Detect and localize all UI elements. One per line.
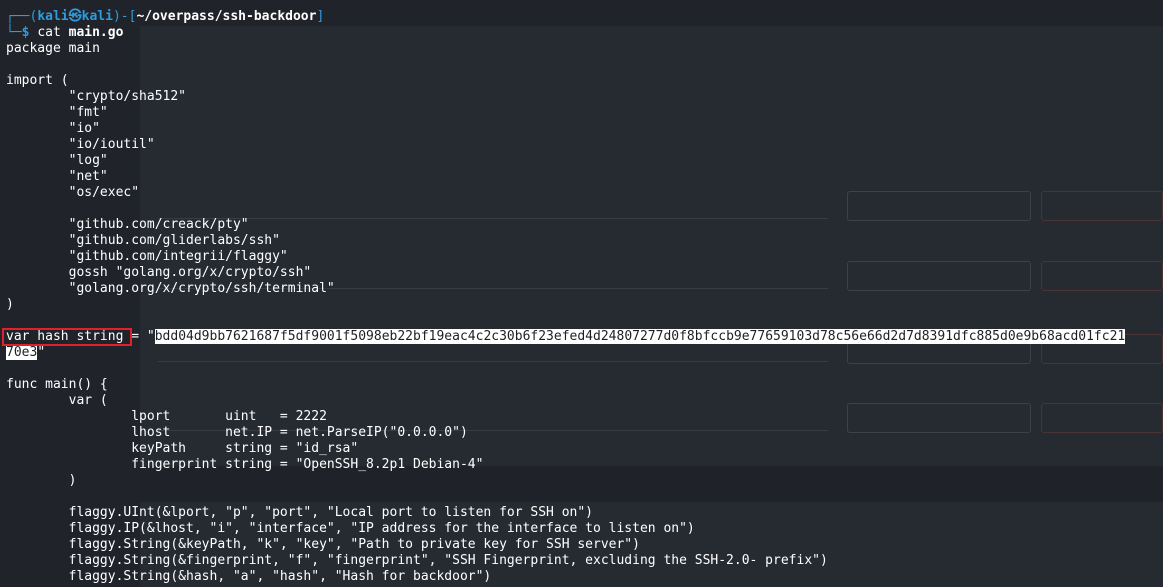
prompt-host: kali — [81, 9, 113, 24]
code-line: fingerprint string = "OpenSSH_8.2p1 Debi… — [6, 457, 484, 472]
code-line: package main — [6, 41, 100, 56]
code-line: flaggy.String(&keyPath, "k", "key", "Pat… — [6, 537, 640, 552]
code-line: "io/ioutil" — [6, 137, 155, 152]
code-line: "io" — [6, 121, 100, 136]
prompt-at: ㉿ — [68, 9, 82, 24]
code-line: ) — [6, 473, 77, 488]
terminal-output: ┌──(kali㉿kali)-[~/overpass/ssh-backdoor]… — [6, 9, 1126, 585]
code-line: "github.com/gliderlabs/ssh" — [6, 233, 280, 248]
code-line: lport uint = 2222 — [6, 409, 327, 424]
code-line: import ( — [6, 73, 69, 88]
code-line: func main() { — [6, 377, 108, 392]
prompt-user: kali — [37, 9, 69, 24]
code-line: ) — [6, 297, 14, 312]
code-line: "crypto/sha512" — [6, 89, 187, 104]
prompt-line-2[interactable]: └─$ cat main.go — [6, 25, 1125, 41]
code-line: "fmt" — [6, 105, 108, 120]
code-line: var ( — [6, 393, 108, 408]
selected-hash-value-end[interactable]: 70e3 — [6, 345, 38, 360]
selected-hash-value[interactable]: bdd04d9bb7621687f5df9001f5098eb22bf19eac… — [154, 329, 1126, 344]
code-line: "github.com/creack/pty" — [6, 217, 249, 232]
code-line: "log" — [6, 153, 108, 168]
code-line: "github.com/integrii/flaggy" — [6, 249, 288, 264]
command-argument: main.go — [68, 25, 124, 40]
hash-declaration-line[interactable]: var hash string = "bdd04d9bb7621687f5df9… — [6, 329, 1126, 345]
code-line: flaggy.String(&fingerprint, "f", "finger… — [6, 553, 828, 568]
hash-continuation-line[interactable]: 70e3" — [6, 345, 1125, 361]
hash-close-quote: " — [37, 345, 46, 360]
terminal-window[interactable]: ┌──(kali㉿kali)-[~/overpass/ssh-backdoor]… — [0, 0, 1163, 587]
hash-declaration: var hash string — [6, 329, 124, 344]
code-line: flaggy.IP(&lhost, "i", "interface", "IP … — [6, 521, 695, 536]
code-line: keyPath string = "id_rsa" — [6, 441, 359, 456]
code-line: "golang.org/x/crypto/ssh/terminal" — [6, 281, 335, 296]
code-line: gossh "golang.org/x/crypto/ssh" — [6, 265, 312, 280]
code-line: flaggy.String(&hash, "a", "hash", "Hash … — [6, 569, 492, 584]
prompt-path: ~/overpass/ssh-backdoor — [136, 9, 317, 24]
code-line: flaggy.UInt(&lport, "p", "port", "Local … — [6, 505, 593, 520]
code-line: lhost net.IP = net.ParseIP("0.0.0.0") — [6, 425, 468, 440]
prompt-line-1: ┌──(kali㉿kali)-[~/overpass/ssh-backdoor] — [6, 9, 325, 24]
code-line: "net" — [6, 169, 108, 184]
hash-assign: = " — [123, 329, 155, 344]
code-line: "os/exec" — [6, 185, 140, 200]
command-text: cat — [37, 25, 61, 40]
